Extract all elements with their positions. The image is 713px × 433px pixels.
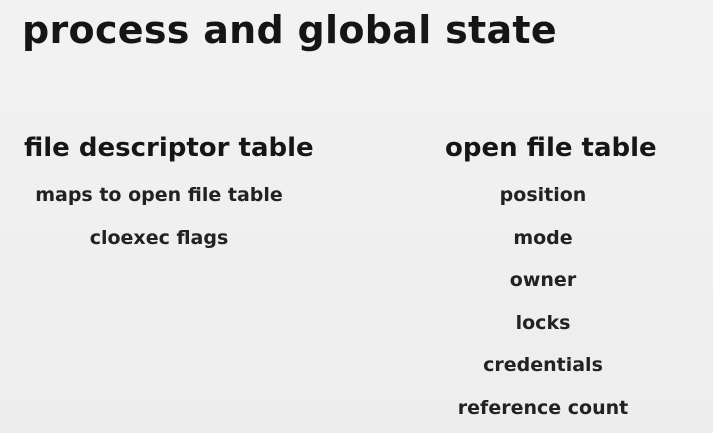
list-item: owner [509,269,577,291]
list-item: cloexec flags [89,227,229,249]
list-item: maps to open file table [35,184,283,206]
list-item: reference count [457,397,629,419]
slide-title: process and global state [22,8,557,52]
list-item: locks [515,312,571,334]
list-item: mode [513,227,573,249]
slide: process and global state file descriptor… [0,0,713,433]
list-item: credentials [483,354,603,376]
list-item: position [499,184,587,206]
file-descriptor-table-heading: file descriptor table [24,133,314,163]
open-file-table-heading: open file table [445,133,657,163]
